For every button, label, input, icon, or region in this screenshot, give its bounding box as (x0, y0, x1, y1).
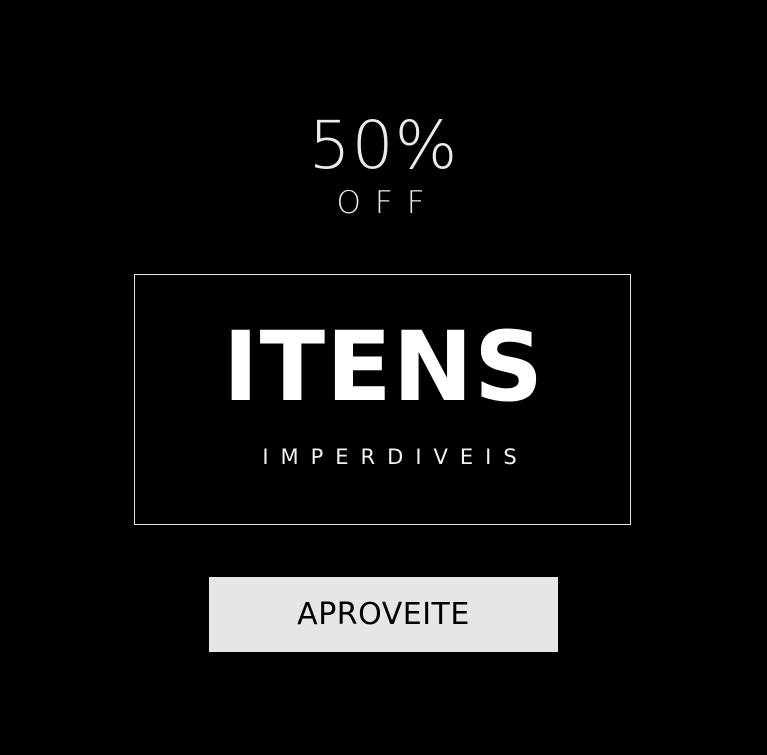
discount-off-label: OFF (336, 185, 439, 221)
aproveite-button[interactable]: APROVEITE (209, 577, 558, 652)
promo-subtitle: IMPERDIVEIS (262, 445, 529, 469)
discount-percent: 50% (308, 107, 459, 184)
promo-title: ITENS (222, 311, 545, 423)
